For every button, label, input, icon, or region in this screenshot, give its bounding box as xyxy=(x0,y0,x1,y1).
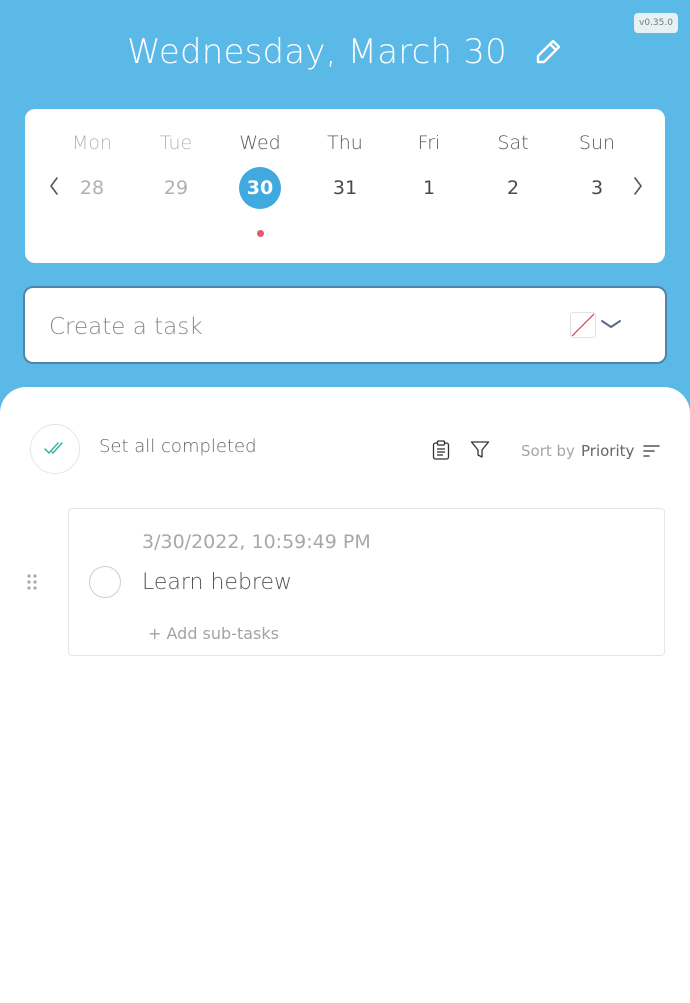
create-task-input[interactable] xyxy=(47,308,551,346)
chevron-right-icon[interactable] xyxy=(627,171,647,201)
task-complete-checkbox[interactable] xyxy=(89,566,121,598)
clipboard-icon[interactable] xyxy=(432,440,450,460)
date-31[interactable]: 31 xyxy=(324,167,366,209)
create-task-box xyxy=(23,286,667,364)
day-name-tue: Tue xyxy=(159,132,193,154)
add-subtasks-link[interactable]: + Add sub-tasks xyxy=(148,624,279,643)
date-3[interactable]: 3 xyxy=(576,167,618,209)
date-30-selected[interactable]: 30 xyxy=(239,167,281,209)
sort-lines-icon[interactable] xyxy=(643,444,661,458)
double-check-icon xyxy=(44,442,63,454)
date-29[interactable]: 29 xyxy=(155,167,197,209)
task-timestamp: 3/30/2022, 10:59:49 PM xyxy=(142,531,371,553)
day-name-mon: Mon xyxy=(71,132,113,154)
task-list-panel: Set all completed Sort by Priority 3/30/… xyxy=(0,387,690,1003)
color-picker-swatch[interactable] xyxy=(570,312,596,338)
drag-handle-icon[interactable] xyxy=(26,573,38,591)
week-calendar: Mon Tue Wed Thu Fri Sat Sun 28 29 30 31 … xyxy=(25,109,665,263)
day-name-fri: Fri xyxy=(417,132,441,154)
day-name-sun: Sun xyxy=(578,132,616,154)
filter-icon[interactable] xyxy=(470,440,490,460)
task-card: 3/30/2022, 10:59:49 PM Learn hebrew + Ad… xyxy=(68,508,665,656)
no-color-icon xyxy=(571,313,595,337)
date-2[interactable]: 2 xyxy=(492,167,534,209)
chevron-down-icon[interactable] xyxy=(599,315,623,333)
set-all-completed-button[interactable] xyxy=(30,424,80,474)
sort-by-label: Sort by xyxy=(521,442,575,460)
set-all-completed-label[interactable]: Set all completed xyxy=(99,436,257,457)
day-name-sat: Sat xyxy=(497,132,529,154)
task-indicator-dot xyxy=(257,230,264,237)
pencil-icon[interactable] xyxy=(533,37,563,67)
day-names-row: Mon Tue Wed Thu Fri Sat Sun xyxy=(25,132,665,156)
page-title: Wednesday, March 30 xyxy=(127,32,507,72)
date-28[interactable]: 28 xyxy=(71,167,113,209)
dates-row: 28 29 30 31 1 2 3 xyxy=(25,167,665,211)
day-name-thu: Thu xyxy=(327,132,363,154)
header: Wednesday, March 30 xyxy=(0,28,690,76)
task-title[interactable]: Learn hebrew xyxy=(142,570,292,595)
day-name-wed: Wed xyxy=(239,132,281,154)
sort-value-priority[interactable]: Priority xyxy=(581,442,634,460)
date-1[interactable]: 1 xyxy=(408,167,450,209)
